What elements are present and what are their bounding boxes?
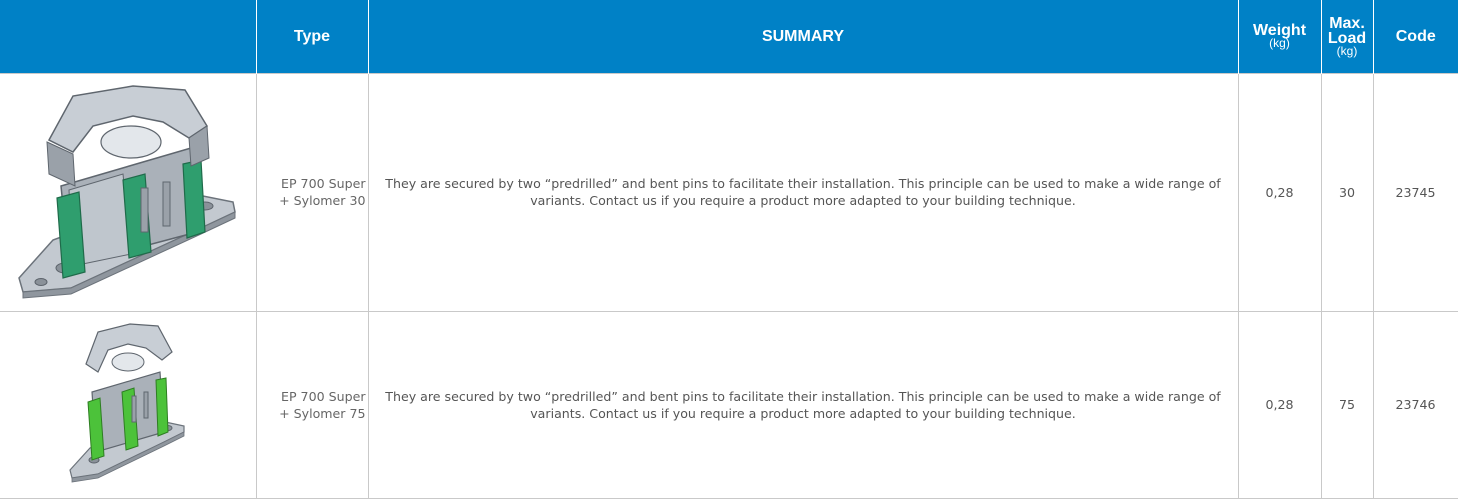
weight-cell: 0,28: [1237, 310, 1322, 499]
header-max-label: Max.: [1329, 14, 1365, 32]
header-row: Type SUMMARY Weight (kg) Max. Load (kg) …: [0, 0, 1458, 73]
code-cell: 23745: [1372, 72, 1458, 312]
type-line-2: + Sylomer 75: [279, 405, 366, 421]
product-table: Type SUMMARY Weight (kg) Max. Load (kg) …: [0, 0, 1458, 499]
product-image-cell: [0, 72, 257, 312]
max-load-cell: 75: [1320, 310, 1374, 499]
header-weight: Weight (kg): [1237, 0, 1321, 73]
header-load-unit: (kg): [1336, 43, 1358, 58]
product-type-cell: EP 700 Super + Sylomer 75: [255, 310, 369, 499]
header-type: Type: [255, 0, 368, 73]
product-type-cell: EP 700 Super + Sylomer 30: [255, 72, 369, 312]
table-row: EP 700 Super + Sylomer 75 They are secur…: [0, 310, 1458, 499]
header-code: Code: [1372, 0, 1458, 73]
type-line-2: + Sylomer 30: [279, 193, 366, 208]
type-line-1: EP 700 Super: [281, 388, 366, 404]
summary-cell: They are secured by two “predrilled” and…: [367, 72, 1239, 312]
summary-cell: They are secured by two “predrilled” and…: [367, 310, 1239, 499]
product-image-cell: [0, 310, 257, 499]
type-line-1: EP 700 Super: [281, 176, 366, 191]
weight-cell: 0,28: [1237, 72, 1322, 312]
code-cell: 23746: [1372, 310, 1458, 499]
bracket-icon: [69, 322, 185, 482]
bracket-icon: [17, 85, 236, 299]
header-max-load: Max. Load (kg): [1320, 0, 1373, 73]
table-row: EP 700 Super + Sylomer 30 They are secur…: [0, 72, 1458, 312]
max-load-cell: 30: [1320, 72, 1374, 312]
header-summary: SUMMARY: [367, 0, 1238, 73]
header-weight-unit: (kg): [1269, 36, 1290, 51]
header-image: [0, 0, 256, 73]
